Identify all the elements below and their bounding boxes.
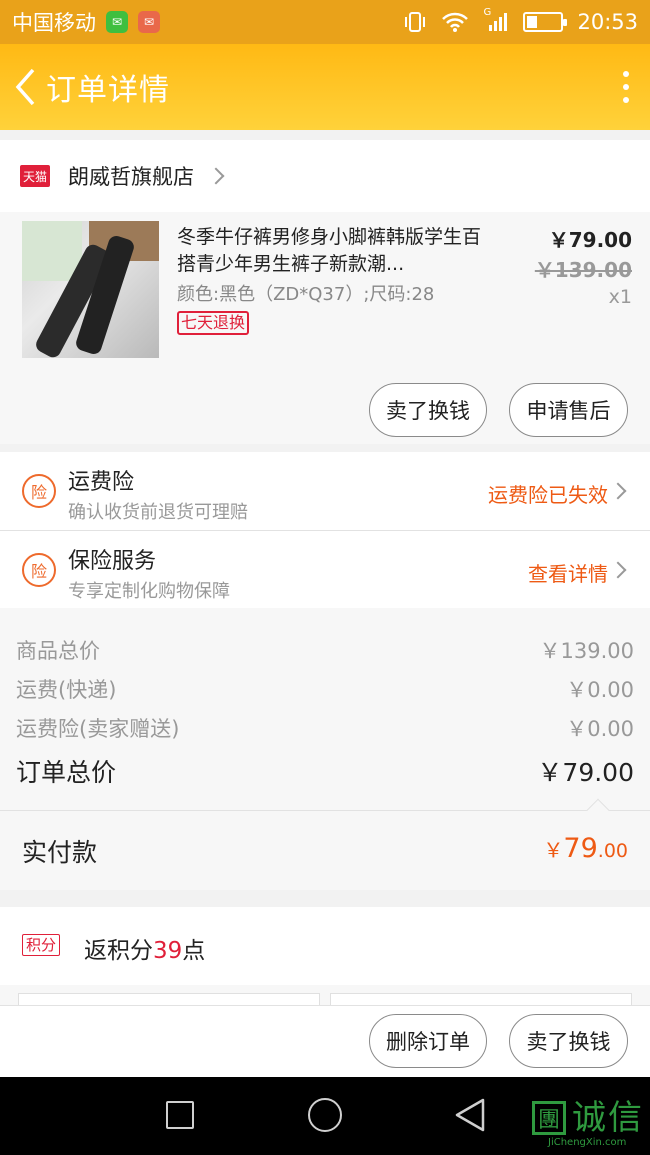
more-dot: [623, 97, 629, 103]
insurance-title: 运费险: [68, 470, 135, 495]
watermark-logo: 團 诚信 JiChengXin.com: [532, 1099, 650, 1151]
mail-icon: ✉: [138, 11, 160, 33]
shipping-insurance-row[interactable]: 险 运费险 确认收货前退货可理赔 运费险已失效: [0, 452, 650, 530]
summary-value: ￥0.00: [566, 717, 634, 741]
summary-label: 运费险(卖家赠送): [16, 717, 180, 741]
amount-paid-value: ￥79.00: [543, 833, 628, 864]
paid-integer: 79: [563, 833, 598, 864]
delete-order-button[interactable]: 删除订单: [369, 1014, 487, 1068]
product-item: 冬季牛仔裤男修身小脚裤韩版学生百搭青少年男生裤子新款潮... 颜色:黑色（ZD*…: [0, 212, 650, 444]
order-total-label: 订单总价: [16, 758, 117, 787]
return-tag: 七天退换: [177, 311, 250, 335]
order-total-value: ￥79.00: [537, 758, 634, 787]
insurance-subtitle: 专享定制化购物保障: [68, 581, 230, 602]
points-row: 积分 返积分39点: [0, 907, 650, 985]
wechat-icon: ✉: [106, 11, 128, 33]
insurance-service-row[interactable]: 险 保险服务 专享定制化购物保障 查看详情: [0, 531, 650, 609]
insurance-icon: 险: [22, 553, 56, 587]
system-navigation-bar: 團 诚信 JiChengXin.com: [0, 1077, 650, 1155]
summary-row: 运费险(卖家赠送) ￥0.00: [16, 713, 634, 743]
product-title[interactable]: 冬季牛仔裤男修身小脚裤韩版学生百搭青少年男生裤子新款潮...: [177, 224, 487, 278]
card-peek: [18, 993, 320, 1005]
price-summary: 商品总价 ￥139.00 运费(快递) ￥0.00 运费险(卖家赠送) ￥0.0…: [0, 608, 650, 810]
summary-value: ￥139.00: [539, 639, 634, 663]
chevron-right-icon: [609, 561, 627, 579]
recents-button[interactable]: [166, 1101, 194, 1129]
points-suffix: 点: [182, 938, 206, 964]
paid-currency: ￥: [543, 838, 564, 862]
chevron-left-icon: [15, 68, 35, 106]
back-button[interactable]: [10, 67, 40, 107]
sell-for-cash-button[interactable]: 卖了换钱: [509, 1014, 628, 1068]
product-spec: 颜色:黑色（ZD*Q37）;尺码:28: [177, 284, 435, 305]
card-list-peek: [0, 985, 650, 1005]
watermark-box: 團: [532, 1101, 566, 1135]
points-prefix: 返积分: [84, 938, 153, 964]
summary-value: ￥0.00: [566, 678, 634, 702]
insurance-status: 运费险已失效: [488, 483, 608, 507]
product-quantity: x1: [608, 286, 632, 308]
after-sale-button[interactable]: 申请售后: [509, 383, 628, 437]
product-price: ￥79.00: [548, 228, 632, 252]
tmall-badge: 天猫: [20, 165, 50, 187]
status-bar: 中国移动 ✉ ✉ G 20:53: [0, 0, 650, 44]
insurance-title: 保险服务: [68, 549, 157, 574]
shop-name: 朗威哲旗舰店: [68, 165, 194, 189]
carrier-name: 中国移动: [12, 11, 96, 35]
status-time: 20:53: [577, 10, 638, 34]
more-menu-button[interactable]: [612, 67, 640, 107]
shop-row[interactable]: 天猫 朗威哲旗舰店: [0, 140, 650, 212]
more-dot: [623, 84, 629, 90]
wifi-icon: [442, 12, 469, 32]
amount-paid-row: 实付款 ￥79.00: [0, 798, 650, 890]
more-dot: [623, 71, 629, 77]
card-peek: [330, 993, 632, 1005]
insurance-icon: 险: [22, 474, 56, 508]
product-image[interactable]: [22, 221, 159, 358]
back-triangle-icon[interactable]: [453, 1097, 487, 1133]
summary-row: 商品总价 ￥139.00: [16, 635, 634, 665]
chevron-right-icon: [609, 482, 627, 500]
page-title: 订单详情: [46, 73, 170, 108]
chevron-right-icon: [207, 167, 225, 185]
points-badge: 积分: [22, 934, 61, 956]
bottom-action-bar: 删除订单 卖了换钱: [0, 1005, 650, 1077]
order-total-row: 订单总价 ￥79.00: [16, 753, 634, 789]
paid-decimal: .00: [597, 840, 628, 862]
product-original-price: ￥139.00: [534, 258, 632, 282]
home-button[interactable]: [308, 1098, 342, 1132]
points-text: 返积分39点: [84, 931, 205, 965]
insurance-subtitle: 确认收货前退货可理赔: [68, 502, 248, 523]
watermark-text: 诚信: [572, 1098, 644, 1138]
points-number: 39: [153, 938, 183, 964]
summary-row: 运费(快递) ￥0.00: [16, 674, 634, 704]
watermark-url: JiChengXin.com: [548, 1137, 627, 1148]
vibrate-icon: [405, 12, 426, 32]
app-header: 订单详情: [0, 44, 650, 130]
amount-paid-label: 实付款: [22, 838, 98, 867]
summary-label: 商品总价: [16, 639, 100, 663]
summary-label: 运费(快递): [16, 678, 117, 702]
sell-for-cash-button[interactable]: 卖了换钱: [369, 383, 487, 437]
signal-icon: G: [483, 7, 509, 33]
battery-icon: [523, 12, 568, 32]
view-details-link[interactable]: 查看详情: [528, 558, 608, 587]
